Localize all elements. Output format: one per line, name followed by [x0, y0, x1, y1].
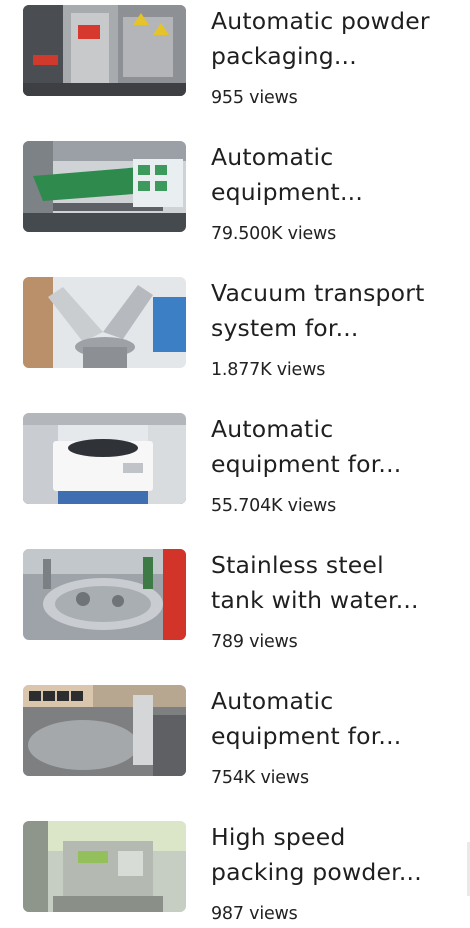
video-title-line: equipment for... [211, 722, 402, 750]
view-count: 955 views [211, 88, 298, 108]
view-count: 987 views [211, 904, 298, 924]
video-thumbnail[interactable] [23, 685, 186, 776]
video-title[interactable]: Automatic equipment for... [211, 412, 461, 482]
video-title[interactable]: Automatic equipment for... [211, 684, 461, 754]
powder-packaging-machine-thumbnail [23, 5, 186, 96]
video-title-line: Vacuum transport [211, 279, 425, 307]
video-title[interactable]: Automatic powder packaging... [211, 4, 461, 74]
video-thumbnail[interactable] [23, 277, 186, 368]
video-title[interactable]: Automatic equipment... [211, 140, 461, 210]
video-title-line: system for... [211, 314, 359, 342]
video-title[interactable]: Vacuum transport system for... [211, 276, 461, 346]
video-title[interactable]: Stainless steel tank with water... [211, 548, 461, 618]
video-title-line: packaging... [211, 42, 357, 70]
video-title-line: packing powder... [211, 858, 422, 886]
video-title-line: Automatic [211, 687, 334, 715]
video-title-line: Automatic [211, 415, 334, 443]
view-count: 55.704K views [211, 496, 337, 516]
vacuum-mixer-thumbnail [23, 277, 186, 368]
view-count: 754K views [211, 768, 309, 788]
packing-powder-machine-thumbnail [23, 821, 186, 912]
video-title-line: Stainless steel [211, 551, 384, 579]
video-item[interactable]: Stainless steel tank with water... 789 v… [0, 544, 470, 656]
video-item[interactable]: Automatic equipment for... 754K views [0, 680, 470, 792]
view-count: 789 views [211, 632, 298, 652]
video-title-line: Automatic [211, 143, 334, 171]
tablet-press-thumbnail [23, 685, 186, 776]
video-title-line: Automatic powder [211, 7, 430, 35]
video-item[interactable]: Automatic powder packaging... 955 views [0, 0, 470, 112]
video-thumbnail[interactable] [23, 5, 186, 96]
video-item[interactable]: Automatic equipment for... 55.704K views [0, 408, 470, 520]
video-title-line: equipment... [211, 178, 363, 206]
view-count: 1.877K views [211, 360, 326, 380]
conveyor-equipment-thumbnail [23, 141, 186, 232]
video-thumbnail[interactable] [23, 549, 186, 640]
video-item[interactable]: Automatic equipment... 79.500K views [0, 136, 470, 248]
view-count: 79.500K views [211, 224, 337, 244]
video-thumbnail[interactable] [23, 413, 186, 504]
video-title[interactable]: High speed packing powder... [211, 820, 461, 890]
centrifuge-thumbnail [23, 413, 186, 504]
video-title-line: tank with water... [211, 586, 419, 614]
video-title-line: equipment for... [211, 450, 402, 478]
video-title-line: High speed [211, 823, 346, 851]
video-thumbnail[interactable] [23, 821, 186, 912]
video-thumbnail[interactable] [23, 141, 186, 232]
video-item[interactable]: Vacuum transport system for... 1.877K vi… [0, 272, 470, 384]
steel-tank-thumbnail [23, 549, 186, 640]
video-item[interactable]: High speed packing powder... 987 views [0, 816, 470, 928]
